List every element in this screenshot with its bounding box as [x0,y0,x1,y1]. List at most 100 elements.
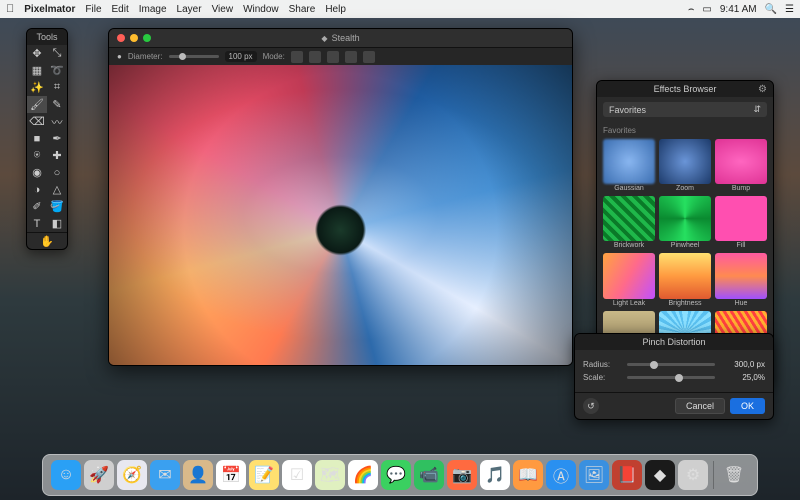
reset-button[interactable]: ↺ [583,398,599,414]
effects-category-dropdown[interactable]: Favorites ⇵ [603,102,767,117]
clock[interactable]: 9:41 AM [720,4,757,15]
effect-hue[interactable]: Hue [715,253,767,306]
dock-calendar[interactable]: 📅 [216,460,246,490]
tool-bucket[interactable]: 🪣 [47,198,67,215]
dock-photobooth[interactable]: 📷 [447,460,477,490]
diameter-value[interactable]: 100 px [225,51,257,62]
tool-hand[interactable]: ✋ [27,232,67,249]
tool-pen[interactable]: ✒ [47,130,67,147]
effect-thumbnail [659,139,711,184]
menu-share[interactable]: Share [289,4,316,15]
effect-pinwheel[interactable]: Pinwheel [659,196,711,249]
dock-finder[interactable]: ☺ [51,460,81,490]
dock-trash[interactable]: 🗑 [719,460,749,490]
radius-label: Radius: [583,360,621,369]
dock-reminders[interactable]: ☑ [282,460,312,490]
wifi-icon[interactable]: ⌢ [688,4,695,15]
tool-eyedropper[interactable]: ✐ [27,198,47,215]
menu-edit[interactable]: Edit [112,4,129,15]
dock-preview[interactable]: 🖼 [579,460,609,490]
dock-appstore[interactable]: Ⓐ [546,460,576,490]
dock-maps[interactable]: 🗺 [315,460,345,490]
tool-eraser[interactable]: ⌫ [27,113,47,130]
document-canvas[interactable] [109,65,572,365]
app-name[interactable]: Pixelmator [24,4,75,15]
dock-facetime[interactable]: 📹 [414,460,444,490]
effect-fill[interactable]: Fill [715,196,767,249]
scale-value[interactable]: 25,0% [721,373,765,382]
radius-value[interactable]: 300,0 px [721,360,765,369]
scale-slider[interactable] [627,376,715,379]
battery-icon[interactable]: ▭ [702,4,711,15]
menu-file[interactable]: File [85,4,101,15]
effect-thumbnail [715,253,767,298]
tool-clone[interactable]: ⍟ [27,147,47,164]
tool-marquee[interactable]: ▦ [27,62,47,79]
tool-lasso[interactable]: ➰ [47,62,67,79]
dock-pixelmator[interactable]: ◆ [645,460,675,490]
apple-menu-icon[interactable] [6,3,14,15]
effect-label: Brightness [659,300,711,307]
menu-view[interactable]: View [212,4,234,15]
tool-crop[interactable]: ⌗ [47,79,67,96]
menu-image[interactable]: Image [139,4,167,15]
spotlight-icon[interactable]: 🔍 [765,4,777,15]
tool-transform[interactable]: ⤡ [47,45,67,62]
menu-layer[interactable]: Layer [177,4,202,15]
diameter-slider[interactable] [169,55,219,58]
effects-settings-icon[interactable]: ⚙ [758,84,767,95]
effect-zoom[interactable]: Zoom [659,139,711,192]
tool-pencil[interactable]: ✎ [47,96,67,113]
tool-magic-wand[interactable]: ✨ [27,79,47,96]
tool-blur[interactable]: ○ [47,164,67,181]
window-close-button[interactable] [117,34,125,42]
blend-mode-3[interactable] [327,51,339,63]
mode-label: Mode: [263,52,285,61]
dock-mail[interactable]: ✉ [150,460,180,490]
dock-launchpad[interactable]: 🚀 [84,460,114,490]
menu-help[interactable]: Help [325,4,346,15]
dock-messages[interactable]: 💬 [381,460,411,490]
effect-brightness[interactable]: Brightness [659,253,711,306]
notification-center-icon[interactable]: ☰ [785,4,794,15]
tool-smudge[interactable]: 〰 [47,113,67,130]
tool-heal[interactable]: ✚ [47,147,67,164]
dock-safari[interactable]: 🧭 [117,460,147,490]
tool-text[interactable]: T [27,215,47,232]
blend-mode-4[interactable] [345,51,357,63]
ok-button[interactable]: OK [730,398,765,414]
effects-section-label: Favorites [597,122,773,135]
blend-mode-5[interactable] [363,51,375,63]
dock-photos[interactable]: 🌈 [348,460,378,490]
dock-itunes[interactable]: 🎵 [480,460,510,490]
effect-bump[interactable]: Bump [715,139,767,192]
tool-sharpen[interactable]: △ [47,181,67,198]
effect-thumbnail [603,253,655,298]
effect-light-leak[interactable]: Light Leak [603,253,655,306]
radius-slider[interactable] [627,363,715,366]
tool-sponge[interactable]: ◑ [27,181,47,198]
dock-notes[interactable]: 📝 [249,460,279,490]
effect-gaussian[interactable]: Gaussian [603,139,655,192]
document-titlebar: ◆ Stealth [109,29,572,47]
tool-brush[interactable]: 🖌 [27,96,47,113]
tool-move[interactable]: ✥ [27,45,47,62]
dock-contacts[interactable]: 👤 [183,460,213,490]
brush-preview-icon[interactable]: ● [117,52,122,61]
effect-brickwork[interactable]: Brickwork [603,196,655,249]
menu-window[interactable]: Window [243,4,279,15]
window-minimize-button[interactable] [130,34,138,42]
tool-red-eye[interactable]: ◉ [27,164,47,181]
document-toolbar: ● Diameter: 100 px Mode: [109,47,572,65]
document-proxy-icon[interactable]: ◆ [321,34,327,43]
window-zoom-button[interactable] [143,34,151,42]
tool-shape[interactable]: ■ [27,130,47,147]
cancel-button[interactable]: Cancel [675,398,725,414]
blend-mode-2[interactable] [309,51,321,63]
blend-mode-1[interactable] [291,51,303,63]
tool-gradient[interactable]: ◧ [47,215,67,232]
effect-label: Fill [715,242,767,249]
dock-ibooks[interactable]: 📖 [513,460,543,490]
dock-dictionary[interactable]: 📕 [612,460,642,490]
dock-settings[interactable]: ⚙ [678,460,708,490]
